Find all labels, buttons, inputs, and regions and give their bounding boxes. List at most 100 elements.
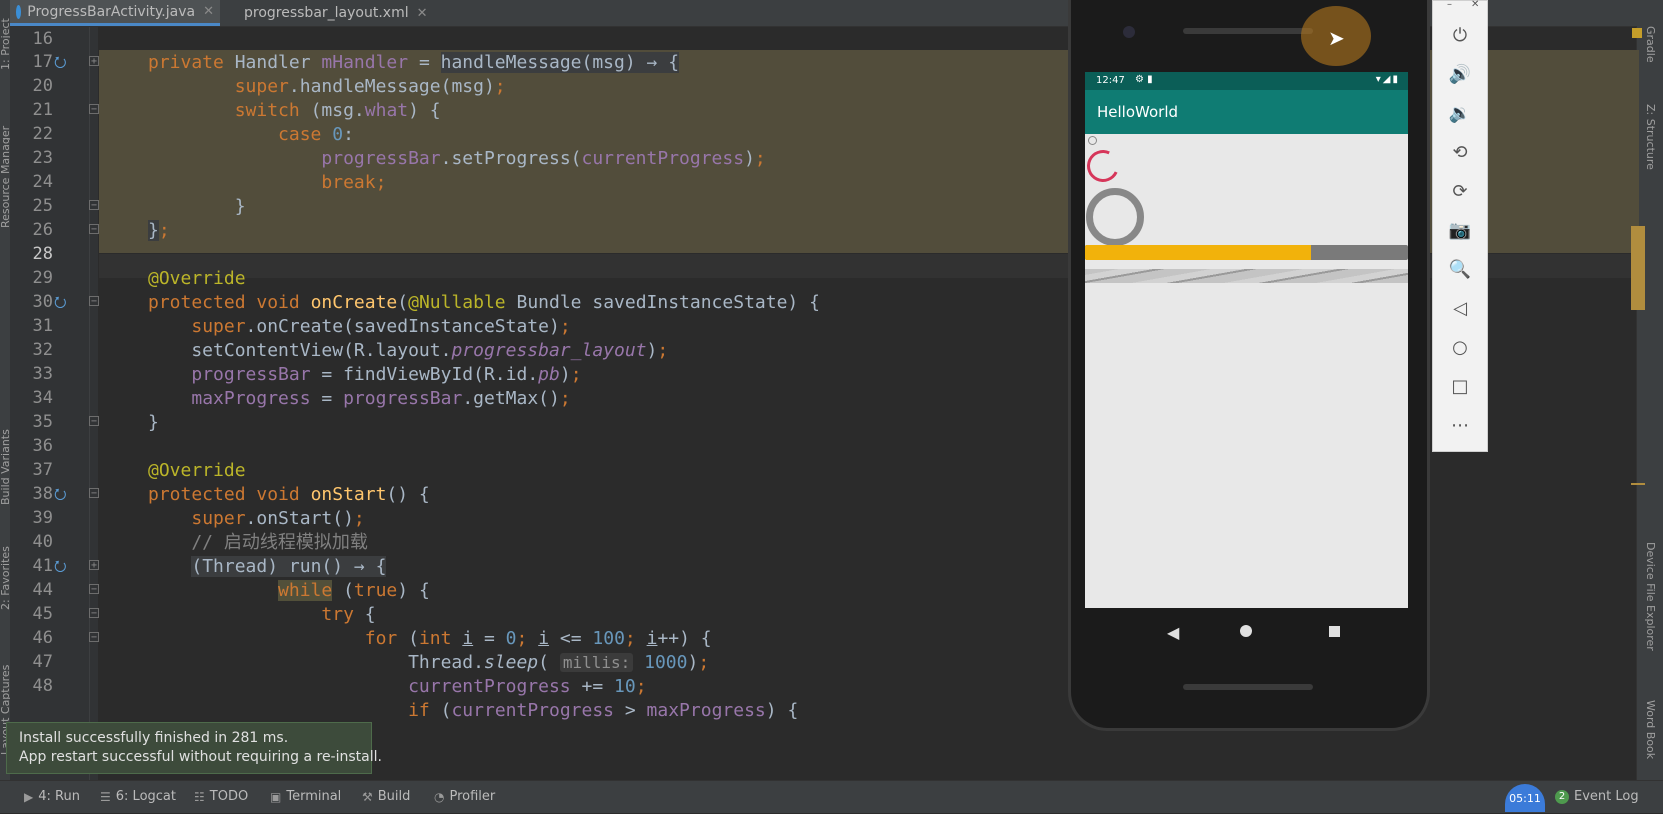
line-number: 45: [32, 604, 53, 624]
nav-recents-icon[interactable]: [1329, 626, 1340, 637]
structure-tab[interactable]: Z: Structure: [1644, 104, 1657, 170]
fold-marker-icon[interactable]: −: [89, 608, 99, 619]
rotate-left-icon[interactable]: ⟲: [1447, 140, 1473, 166]
run-icon: ▶: [24, 789, 34, 804]
signal-battery-icon: ▾◢▮: [1375, 74, 1400, 85]
horizontal-progress-bar: [1085, 245, 1408, 260]
mouse-cursor-icon: ➤: [1328, 26, 1345, 50]
progress-fill: [1085, 245, 1312, 260]
app-bar: HelloWorld: [1085, 90, 1408, 134]
line-number: 20: [32, 76, 53, 96]
fold-marker-icon[interactable]: −: [89, 224, 99, 235]
camera-icon[interactable]: 📷: [1447, 218, 1473, 244]
terminal-tool-button[interactable]: ▣ Terminal: [270, 789, 341, 804]
bottom-tool-bar: ▶ 4: Run ☰ 6: Logcat ☷ TODO ▣ Terminal ⚒ Buil…: [0, 780, 1663, 813]
close-icon[interactable]: ✕: [203, 4, 214, 19]
fold-marker-icon[interactable]: +: [89, 56, 99, 67]
tab-label: ProgressBarActivity.java: [27, 3, 196, 20]
build-tool-button[interactable]: ⚒ Build: [362, 789, 410, 804]
logcat-tool-button[interactable]: ☰ 6: Logcat: [100, 789, 176, 804]
device-screen[interactable]: 12:47 ⚙ ▮ ▾◢▮ HelloWorld: [1085, 72, 1408, 608]
word-book-tab[interactable]: Word Book: [1644, 700, 1657, 759]
fold-marker-icon[interactable]: −: [89, 632, 99, 643]
rotate-right-icon[interactable]: ⟳: [1447, 179, 1473, 205]
fold-marker-icon[interactable]: −: [89, 200, 99, 211]
line-number: 47: [32, 652, 53, 672]
line-number: 33: [32, 364, 53, 384]
settings-icon: ⚙ ▮: [1135, 74, 1153, 85]
logcat-icon: ☰: [100, 789, 111, 804]
override-gutter-icon[interactable]: ⭮: [54, 54, 70, 70]
device-file-explorer-tab[interactable]: Device File Explorer: [1644, 542, 1657, 651]
volume-up-icon[interactable]: 🔊: [1447, 62, 1473, 88]
profiler-icon: ◔: [434, 789, 445, 804]
line-number: 29: [32, 268, 53, 288]
close-icon[interactable]: ✕: [1471, 0, 1479, 10]
line-number: 17: [32, 52, 53, 72]
line-number: 21: [32, 100, 53, 120]
nav-home-icon[interactable]: [1240, 625, 1252, 637]
line-number: 41: [32, 556, 53, 576]
tab-label: progressbar_layout.xml: [244, 5, 409, 21]
bottom-speaker: [1183, 684, 1313, 690]
indeterminate-progress-bar: [1085, 269, 1408, 283]
fold-marker-icon[interactable]: −: [89, 488, 99, 499]
fold-marker-icon[interactable]: −: [89, 296, 99, 307]
right-tool-strip: Gradle Z: Structure Device File Explorer…: [1636, 0, 1663, 780]
android-status-bar: 12:47 ⚙ ▮ ▾◢▮: [1085, 72, 1408, 90]
earpiece-speaker: [1183, 28, 1313, 34]
line-number: 28: [32, 244, 53, 264]
overview-icon[interactable]: □: [1447, 374, 1473, 400]
fold-marker-icon[interactable]: +: [89, 560, 99, 571]
terminal-icon: ▣: [270, 789, 282, 804]
back-icon[interactable]: ◁: [1447, 296, 1473, 322]
zoom-icon[interactable]: 🔍: [1447, 257, 1473, 283]
line-number: 24: [32, 172, 53, 192]
line-number: 23: [32, 148, 53, 168]
line-number: 44: [32, 580, 53, 600]
run-tool-button[interactable]: ▶ 4: Run: [24, 789, 80, 804]
line-number: 16: [32, 29, 53, 49]
medium-progress-spinner: [1085, 145, 1124, 187]
front-camera: [1123, 26, 1135, 38]
more-icon[interactable]: ⋯: [1447, 413, 1473, 439]
override-gutter-icon[interactable]: ⭮: [54, 486, 70, 502]
event-log-button[interactable]: 2 Event Log: [1555, 789, 1639, 804]
line-number: 46: [32, 628, 53, 648]
emulator-controls-panel: – ✕ ⏻ 🔊 🔉 ⟲ ⟳ 📷 🔍 ◁ ○ □ ⋯: [1432, 0, 1488, 452]
fold-marker-icon[interactable]: −: [89, 416, 99, 427]
line-number: 32: [32, 340, 53, 360]
line-number: 30: [32, 292, 53, 312]
line-number: 35: [32, 412, 53, 432]
notification-line: App restart successful without requiring…: [19, 749, 382, 765]
event-count-badge: 2: [1555, 789, 1569, 804]
nav-back-icon[interactable]: ◀: [1167, 623, 1179, 642]
notification-line: Install successfully finished in 281 ms.: [19, 730, 289, 746]
fold-marker-icon[interactable]: −: [89, 584, 99, 595]
line-number: 40: [32, 532, 53, 552]
tab-progressbar-layout[interactable]: progressbar_layout.xml ✕: [232, 0, 432, 26]
power-icon[interactable]: ⏻: [1447, 23, 1473, 49]
fold-marker-icon[interactable]: −: [89, 104, 99, 115]
profiler-tool-button[interactable]: ◔ Profiler: [434, 789, 495, 804]
emulator-device: 12:47 ⚙ ▮ ▾◢▮ HelloWorld ◀ ➤: [1071, 0, 1427, 728]
close-icon[interactable]: ✕: [417, 6, 428, 21]
home-icon[interactable]: ○: [1447, 335, 1473, 361]
panel-window-controls: – ✕: [1433, 0, 1489, 11]
todo-tool-button[interactable]: ☷ TODO: [194, 789, 248, 804]
tab-progressbar-activity[interactable]: ProgressBarActivity.java ✕: [10, 0, 220, 26]
override-gutter-icon[interactable]: ⭮: [54, 294, 70, 310]
line-number: 39: [32, 508, 53, 528]
gradle-tab[interactable]: Gradle: [1644, 26, 1657, 63]
override-gutter-icon[interactable]: ⭮: [54, 558, 70, 574]
todo-icon: ☷: [194, 789, 205, 804]
line-number: 48: [32, 676, 53, 696]
volume-down-icon[interactable]: 🔉: [1447, 101, 1473, 127]
line-number: 38: [32, 484, 53, 504]
small-progress-spinner: [1088, 136, 1097, 145]
install-notification[interactable]: Install successfully finished in 281 ms.…: [6, 722, 382, 774]
line-number: 34: [32, 388, 53, 408]
line-number: 22: [32, 124, 53, 144]
minimize-icon[interactable]: –: [1447, 0, 1452, 10]
line-number: 31: [32, 316, 53, 336]
